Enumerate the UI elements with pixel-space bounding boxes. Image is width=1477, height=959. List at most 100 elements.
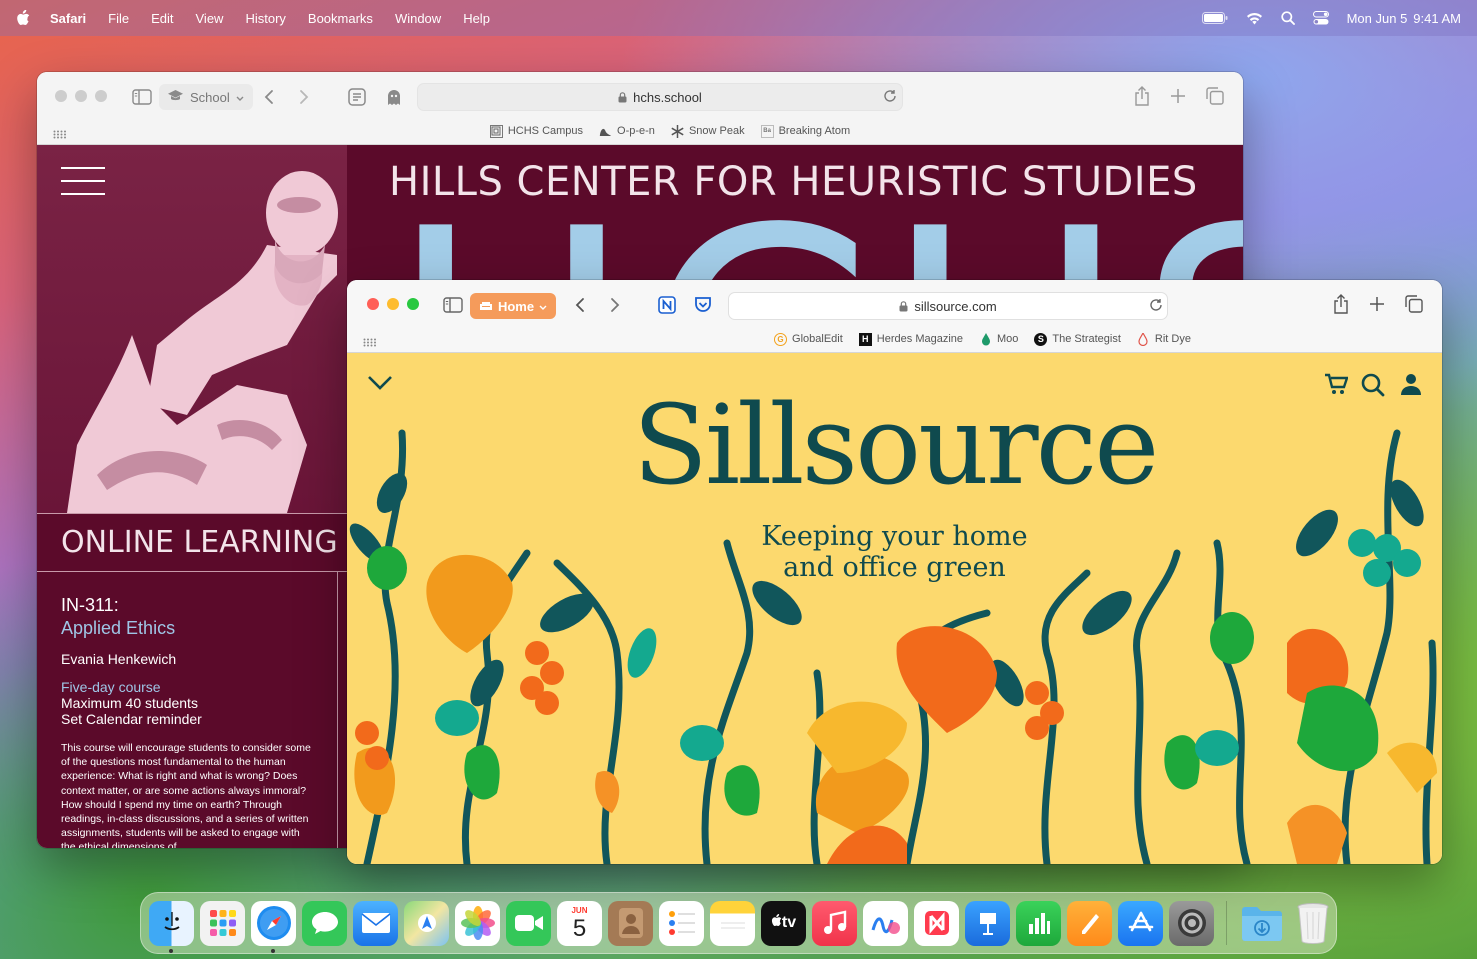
news-icon[interactable] (914, 900, 959, 946)
favorite-label: Rit Dye (1154, 333, 1191, 345)
tab-overview-icon[interactable] (1206, 87, 1224, 110)
sillsource-tagline: Keeping your home and office green (347, 521, 1442, 583)
favorite-open[interactable]: O-p-e-n (599, 125, 655, 138)
menu-window[interactable]: Window (395, 11, 441, 26)
spotlight-icon[interactable] (1280, 11, 1295, 25)
tv-icon[interactable]: tv (761, 900, 806, 946)
messages-icon[interactable] (302, 900, 347, 946)
course-name[interactable]: Applied Ethics (61, 618, 311, 639)
dock-separator (1226, 901, 1227, 945)
tab-group-home[interactable]: Home (470, 293, 556, 319)
downloads-folder-icon[interactable] (1239, 901, 1284, 946)
close-button[interactable] (55, 90, 67, 102)
address-bar-sillsource[interactable]: sillsource.com (728, 292, 1168, 320)
favorite-label: Breaking Atom (778, 125, 851, 137)
course-card: IN-311: Applied Ethics Evania Henkewich … (61, 595, 311, 848)
favorite-label: Herdes Magazine (876, 333, 964, 345)
pocket-extension-icon[interactable] (694, 296, 712, 318)
favorite-rit-dye[interactable]: Rit Dye (1137, 332, 1191, 346)
school-title: HILLS CENTER FOR HEURISTIC STUDIES (389, 159, 1198, 205)
chevron-down-icon (236, 90, 244, 105)
menu-app-name[interactable]: Safari (50, 11, 86, 26)
favorite-moo[interactable]: Moo (979, 332, 1018, 346)
close-button[interactable] (367, 298, 379, 310)
minimize-button[interactable] (387, 298, 399, 310)
sillsource-page: Sillsource Keeping your home and office … (347, 353, 1442, 864)
favorite-label: HCHS Campus (507, 125, 584, 137)
reader-extension-icon[interactable] (348, 88, 366, 111)
notion-extension-icon[interactable] (658, 296, 676, 319)
reload-icon[interactable] (1149, 298, 1163, 317)
favorite-snow-peak[interactable]: Snow Peak (671, 124, 745, 138)
sillsource-logo[interactable]: Sillsource (347, 381, 1442, 509)
system-settings-icon[interactable] (1169, 900, 1214, 946)
zoom-button[interactable] (95, 90, 107, 102)
forward-arrow-icon[interactable] (299, 89, 309, 110)
favorite-herdes-magazine[interactable]: H Herdes Magazine (858, 332, 964, 346)
ghost-extension-icon[interactable] (386, 88, 402, 111)
keynote-icon[interactable] (965, 900, 1010, 946)
mail-icon[interactable] (353, 900, 398, 946)
zoom-button[interactable] (407, 298, 419, 310)
favorite-label: O-p-e-n (617, 125, 655, 137)
reload-icon[interactable] (883, 89, 897, 108)
menu-view[interactable]: View (196, 11, 224, 26)
contacts-icon[interactable] (608, 900, 653, 946)
back-arrow-icon[interactable] (575, 297, 585, 318)
music-icon[interactable] (812, 900, 857, 946)
menu-edit[interactable]: Edit (151, 11, 173, 26)
freeform-icon[interactable] (863, 900, 908, 946)
menu-time[interactable]: 9:41 AM (1413, 11, 1461, 26)
reminders-icon[interactable] (659, 900, 704, 946)
numbers-icon[interactable] (1016, 900, 1061, 946)
sidebar-toggle-icon[interactable] (132, 89, 152, 110)
new-tab-icon[interactable] (1369, 296, 1385, 317)
share-icon[interactable] (1134, 86, 1150, 111)
photos-icon[interactable] (455, 900, 500, 946)
launchpad-icon[interactable] (200, 900, 245, 946)
battery-icon[interactable] (1201, 12, 1228, 24)
trash-icon[interactable] (1290, 901, 1335, 946)
share-icon[interactable] (1333, 294, 1349, 319)
apple-logo-icon (771, 913, 782, 932)
tab-group-school[interactable]: School (159, 84, 253, 110)
app-store-icon[interactable] (1118, 900, 1163, 946)
favorite-hchs-campus[interactable]: HCHS Campus (489, 124, 584, 138)
menu-date[interactable]: Mon Jun 5 (1347, 11, 1408, 26)
divider (337, 571, 338, 848)
running-indicator (169, 948, 173, 953)
favorite-the-strategist[interactable]: S The Strategist (1034, 332, 1121, 346)
calendar-reminder-link[interactable]: Set Calendar reminder (61, 711, 311, 727)
minimize-button[interactable] (75, 90, 87, 102)
menu-history[interactable]: History (245, 11, 285, 26)
running-indicator (271, 948, 275, 953)
favorite-breaking-atom[interactable]: Ba Breaking Atom (760, 124, 851, 138)
sidebar-toggle-icon[interactable] (443, 297, 463, 318)
favorite-globaledit[interactable]: G GlobalEdit (774, 332, 843, 346)
notes-icon[interactable] (710, 900, 755, 946)
window-controls (55, 90, 107, 102)
menu-help[interactable]: Help (463, 11, 490, 26)
menu-bookmarks[interactable]: Bookmarks (308, 11, 373, 26)
new-tab-icon[interactable] (1170, 88, 1186, 109)
address-bar-hchs[interactable]: hchs.school (417, 83, 903, 111)
globaledit-favicon-icon: G (774, 332, 788, 346)
calendar-icon[interactable]: JUN 5 (557, 900, 602, 946)
pages-icon[interactable] (1067, 900, 1112, 946)
menu-hamburger-icon[interactable] (61, 167, 105, 206)
window-controls (367, 298, 419, 310)
facetime-icon[interactable] (506, 900, 551, 946)
forward-arrow-icon[interactable] (610, 297, 620, 318)
toolbar-sillsource: Home sillsource.com G GlobalEdit H Herde… (347, 280, 1442, 353)
safari-icon[interactable] (251, 900, 296, 953)
back-arrow-icon[interactable] (264, 89, 274, 110)
control-center-icon[interactable] (1312, 11, 1329, 25)
divider (37, 513, 347, 514)
wifi-icon[interactable] (1246, 12, 1263, 25)
finder-icon[interactable] (149, 900, 194, 953)
tab-overview-icon[interactable] (1405, 295, 1423, 318)
tv-label: tv (781, 914, 797, 931)
maps-icon[interactable] (404, 900, 449, 946)
menu-file[interactable]: File (108, 11, 129, 26)
apple-menu-icon[interactable] (16, 10, 30, 26)
